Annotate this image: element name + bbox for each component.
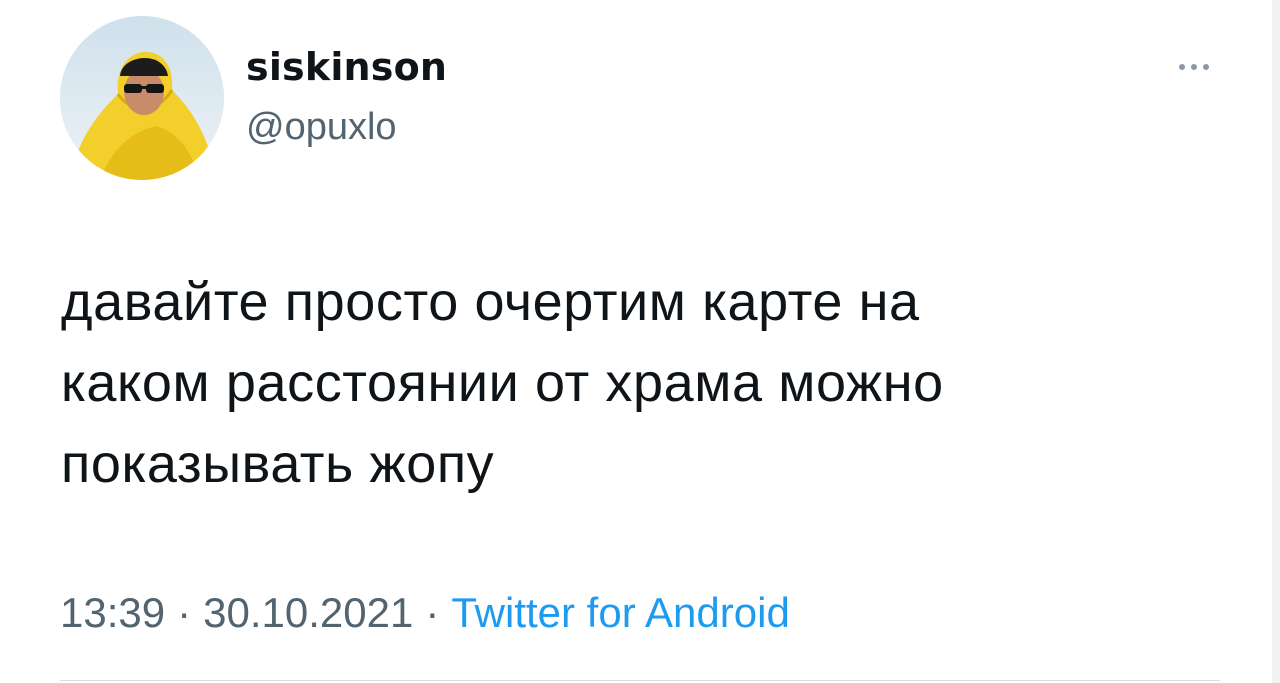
more-dots-icon xyxy=(1203,64,1209,70)
meta-separator: · xyxy=(425,589,440,636)
author-display-name[interactable]: siskinson xyxy=(246,44,447,90)
avatar[interactable] xyxy=(60,16,224,180)
divider xyxy=(60,680,1220,681)
meta-separator: · xyxy=(177,589,192,636)
tweet-meta: 13:39 · 30.10.2021 · Twitter for Android xyxy=(60,586,790,640)
more-dots-icon xyxy=(1179,64,1185,70)
tweet-date[interactable]: 30.10.2021 xyxy=(203,589,413,636)
avatar-image xyxy=(60,16,224,180)
more-dots-icon xyxy=(1191,64,1197,70)
tweet-card: siskinson @opuxlo давайте просто очертим… xyxy=(0,0,1280,683)
tweet-source-link[interactable]: Twitter for Android xyxy=(451,589,789,636)
tweet-text: давайте просто очертим карте на каком ра… xyxy=(61,272,944,494)
scrollbar[interactable] xyxy=(1272,0,1280,683)
author-handle[interactable]: @opuxlo xyxy=(246,104,447,150)
more-options-button[interactable] xyxy=(1166,50,1222,84)
tweet-time[interactable]: 13:39 xyxy=(60,589,165,636)
author-block: siskinson @opuxlo xyxy=(246,44,447,150)
